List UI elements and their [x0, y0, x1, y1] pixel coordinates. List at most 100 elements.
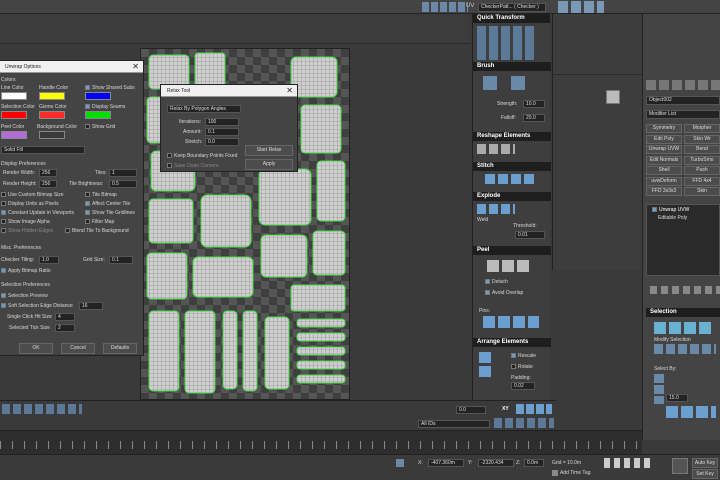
coord-field[interactable]: 0.0: [456, 406, 486, 414]
modifier-button[interactable]: Push: [684, 166, 720, 175]
selection-icons[interactable]: [654, 322, 714, 334]
tile-brightness-field[interactable]: 0.5: [109, 180, 137, 188]
relax-method-dropdown[interactable]: Relax By Polygon Angles: [167, 105, 241, 113]
affect-center-tile-checkbox[interactable]: Affect Center Tile: [85, 201, 130, 207]
render-height-field[interactable]: 256: [39, 180, 57, 188]
add-time-tag-label[interactable]: Add Time Tag: [560, 470, 590, 476]
fill-mode-dropdown[interactable]: Solid Fill: [1, 146, 85, 154]
brush-header[interactable]: Brush: [473, 62, 551, 71]
relax-tool-titlebar[interactable]: Relax Tool ✕: [161, 85, 297, 97]
viewport-3d[interactable]: [552, 14, 642, 270]
modifier-button[interactable]: uvwDeform (WSM): [646, 176, 682, 186]
constant-update-checkbox[interactable]: Constant Update in Viewports: [1, 210, 74, 216]
display-units-pixels-checkbox[interactable]: Display Units as Pixels: [1, 201, 59, 207]
tiles-field[interactable]: 1: [109, 169, 137, 177]
modifier-button[interactable]: FFD 3x3x3: [646, 187, 682, 196]
z-coord-field[interactable]: 0.0m: [524, 459, 544, 467]
reshape-icons[interactable]: [477, 144, 515, 154]
playback-controls[interactable]: [604, 458, 652, 468]
save-outer-checkbox[interactable]: Save Outer Corners: [167, 163, 218, 169]
brush-icons[interactable]: [483, 76, 527, 90]
grid-size-field[interactable]: 0.1: [109, 256, 133, 264]
detach-checkbox[interactable]: Detach: [485, 279, 508, 285]
show-shared-subs-checkbox[interactable]: Show Shared Subs: [85, 85, 135, 91]
arrange-icons[interactable]: [479, 352, 491, 380]
ok-button[interactable]: OK: [19, 343, 53, 354]
defaults-button[interactable]: Defaults: [103, 343, 137, 354]
soft-sel-edge-field[interactable]: 16: [79, 302, 103, 310]
rotate-checkbox[interactable]: Rotate: [511, 364, 533, 370]
apply-button[interactable]: Apply: [245, 159, 293, 170]
display-seams-checkbox[interactable]: Display Seams: [85, 104, 125, 110]
pins-icons[interactable]: [483, 316, 539, 328]
gizmo-color-swatch[interactable]: [39, 111, 65, 119]
soft-sel-edge-checkbox[interactable]: Soft Selection Edge Distance: [1, 303, 73, 309]
add-time-tag-icon[interactable]: [552, 470, 558, 476]
x-coord-field[interactable]: -407.360m: [428, 459, 464, 467]
selection-preview-checkbox[interactable]: Selection Preview: [1, 293, 48, 299]
uv-toolbar-icons-2[interactable]: [494, 418, 554, 428]
close-icon[interactable]: ✕: [286, 86, 293, 95]
select-by-icons[interactable]: [654, 374, 664, 404]
use-custom-bitmap-checkbox[interactable]: Use Custom Bitmap Size: [1, 192, 64, 198]
auto-key-button[interactable]: Auto Key: [692, 458, 718, 468]
blend-tile-checkbox[interactable]: Blend Tile To Background: [65, 228, 129, 234]
key-mode-icon[interactable]: [672, 458, 688, 474]
stretch-field[interactable]: 0.0: [205, 138, 239, 146]
handle-color-swatch[interactable]: [39, 92, 65, 100]
uv-mode-buttons[interactable]: [516, 404, 552, 414]
amount-field[interactable]: 0.1: [205, 128, 239, 136]
peel-icons[interactable]: [487, 260, 529, 272]
cancel-button[interactable]: Cancel: [61, 343, 95, 354]
checker-tiling-field[interactable]: 1.0: [39, 256, 59, 264]
background-color-swatch[interactable]: [39, 131, 65, 139]
y-coord-field[interactable]: -2320.434: [478, 459, 514, 467]
unwrap-options-titlebar[interactable]: Unwrap Options ✕: [0, 61, 143, 73]
show-image-alpha-checkbox[interactable]: Show Image Alpha: [1, 219, 50, 225]
modifier-button[interactable]: Morpher: [684, 124, 720, 133]
reshape-header[interactable]: Reshape Elements: [473, 132, 551, 141]
iterations-field[interactable]: 100: [205, 118, 239, 126]
xy-label[interactable]: XY: [502, 406, 509, 412]
modifier-button[interactable]: Symmetry: [646, 124, 682, 133]
tile-bitmap-checkbox[interactable]: Tile Bitmap: [85, 192, 117, 198]
selected-tick-field[interactable]: 2: [55, 324, 75, 332]
close-icon[interactable]: ✕: [132, 62, 139, 71]
start-relax-button[interactable]: Start Relax: [245, 145, 293, 156]
strength-field[interactable]: 10.0: [523, 100, 545, 108]
show-tile-gridlines-checkbox[interactable]: Show Tile Gridlines: [85, 210, 135, 216]
stack-item-unwrap[interactable]: Unwrap UVW: [652, 207, 689, 213]
render-width-field[interactable]: 256: [39, 169, 57, 177]
falloff-field[interactable]: 20.0: [523, 114, 545, 122]
rescale-checkbox[interactable]: Rescale: [511, 353, 536, 359]
stitch-icons[interactable]: [485, 174, 535, 184]
toolbar-right-icons[interactable]: [558, 1, 604, 13]
modifier-button[interactable]: Edit Normals: [646, 155, 682, 165]
apply-bitmap-ratio-checkbox[interactable]: Apply Bitmap Ratio: [1, 268, 51, 274]
modifier-button[interactable]: Edit Poly: [646, 134, 682, 144]
show-grid-checkbox[interactable]: Show Grid: [85, 124, 115, 130]
modifier-button[interactable]: Skin Wr: [684, 134, 720, 144]
modifier-button[interactable]: Skin: [684, 187, 720, 196]
select-by-icons-2[interactable]: [666, 406, 716, 418]
checker-dropdown[interactable]: CheckerPatt... ( Checker ): [478, 3, 546, 12]
show-hidden-edges-checkbox[interactable]: Show Hidden Edges: [1, 228, 53, 234]
all-ids-dropdown[interactable]: All IDs: [418, 420, 490, 428]
quick-transform-icons[interactable]: [477, 26, 535, 60]
modifier-button[interactable]: FFD 4x4: [684, 176, 720, 186]
seams-swatch[interactable]: [85, 111, 111, 119]
object-name-field[interactable]: Object002: [646, 96, 720, 105]
threshold-field[interactable]: 0.01: [515, 231, 545, 239]
single-click-field[interactable]: 4: [55, 313, 75, 321]
select-by-value-field[interactable]: 15.0: [666, 394, 688, 402]
stitch-header[interactable]: Stitch: [473, 162, 551, 171]
peel-color-swatch[interactable]: [1, 131, 27, 139]
command-panel-tabs[interactable]: [646, 80, 720, 90]
stack-item-editable-poly[interactable]: Editable Poly: [652, 215, 687, 221]
filter-map-checkbox[interactable]: Filter Map: [85, 219, 114, 225]
modifier-list-dropdown[interactable]: Modifier List: [646, 110, 720, 119]
lock-icon[interactable]: [396, 459, 404, 467]
shared-subs-swatch[interactable]: [85, 92, 111, 100]
modifier-button[interactable]: Shell: [646, 166, 682, 175]
peel-header[interactable]: Peel: [473, 246, 551, 255]
